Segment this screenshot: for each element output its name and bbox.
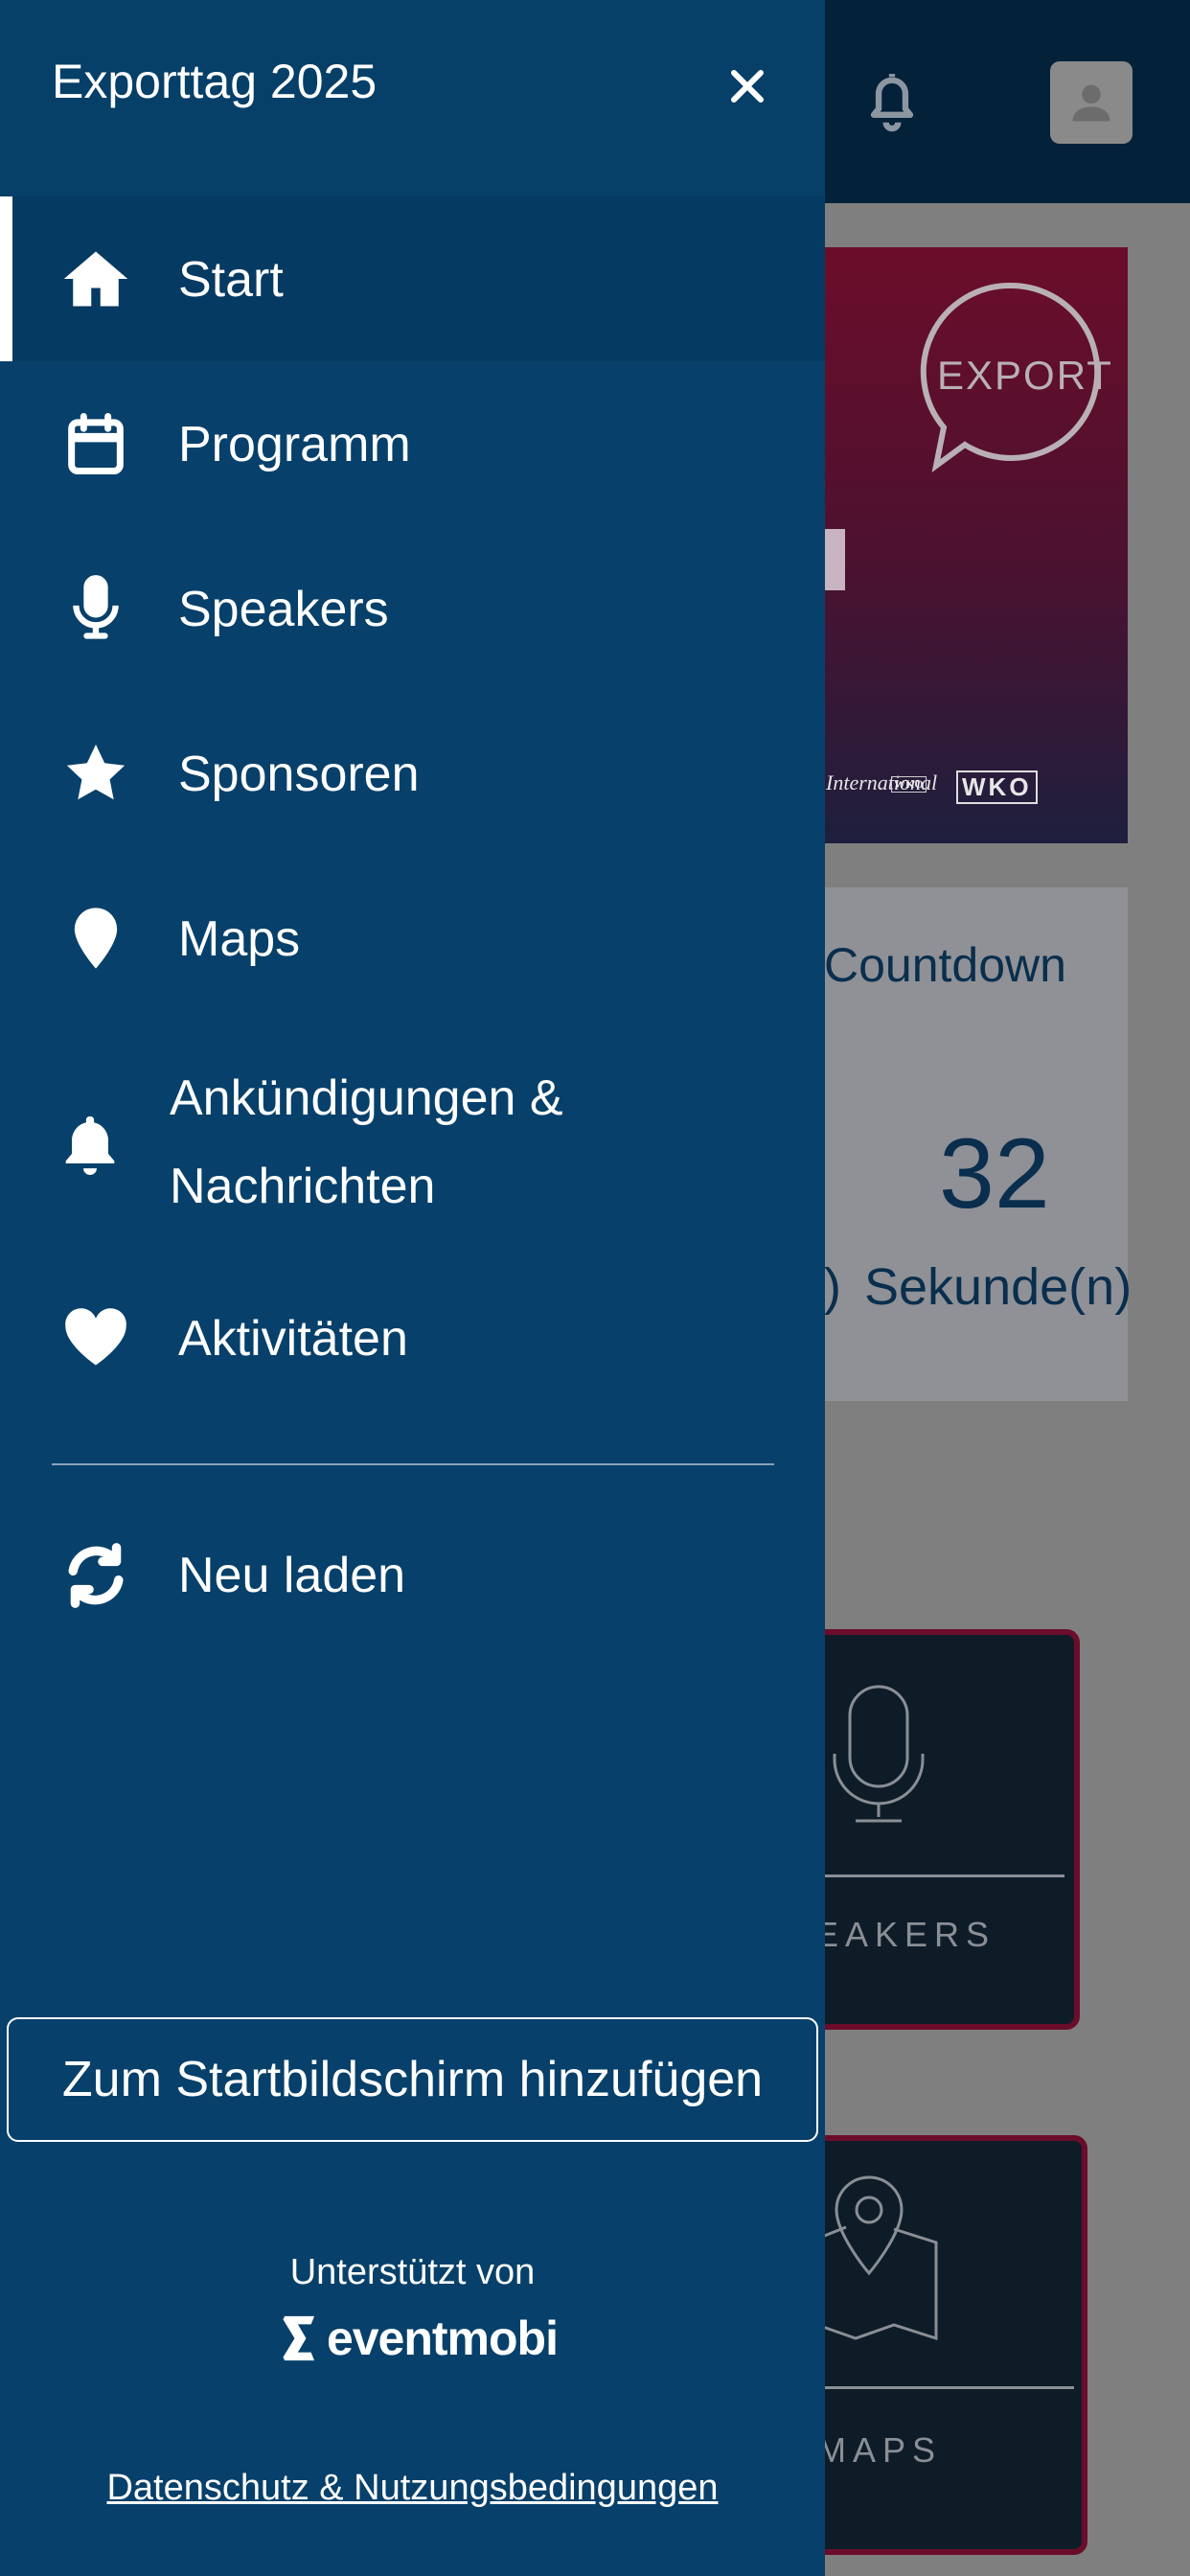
tile-divider	[815, 2386, 1074, 2389]
home-icon	[63, 251, 128, 307]
heart-icon	[65, 1308, 126, 1366]
nav-item-sponsoren[interactable]: Sponsoren	[0, 691, 825, 856]
calendar-icon	[68, 413, 124, 474]
nav-item-start[interactable]: Start	[0, 196, 825, 361]
banner-logo-text: EXPORT TAG 25	[937, 353, 1121, 398]
map-icon	[816, 2175, 938, 2341]
star-icon	[66, 744, 126, 800]
notifications-bell-icon[interactable]	[856, 59, 928, 140]
nav-item-label: Neu laden	[178, 1548, 406, 1603]
nav-item-label: Maps	[178, 911, 301, 967]
user-icon	[1072, 84, 1110, 122]
nav-item-label: Speakers	[178, 582, 389, 637]
nav-item-label: Start	[178, 252, 284, 308]
banner-block	[824, 529, 845, 590]
maps-tile[interactable]: MAPS	[810, 2135, 1087, 2555]
banner-footer: International WKO WKO	[824, 770, 1128, 809]
countdown-seconds-label: Sekunde(n)	[864, 1258, 1133, 1316]
drawer-title: Exporttag 2025	[52, 55, 378, 108]
exporttag-logo: EXPORT TAG 25	[920, 282, 1121, 472]
privacy-terms-link[interactable]: Datenschutz & Nutzungsbedingungen	[0, 2468, 825, 2509]
event-banner: EXPORT TAG 25 International WKO WKO	[824, 247, 1128, 843]
countdown-widget: Countdown 32 ) Sekunde(n)	[824, 887, 1132, 1401]
nav-item-neu-laden[interactable]: Neu laden	[0, 1491, 825, 1656]
user-avatar[interactable]	[1050, 61, 1133, 144]
bell-icon	[65, 1116, 115, 1176]
nav-item-ankuendigungen[interactable]: Ankündigungen & Nachrichten	[0, 1021, 825, 1270]
countdown-seconds-value: 32	[939, 1118, 1050, 1230]
banner-footer-mid: WKO	[891, 776, 927, 793]
tile-divider	[815, 1874, 1064, 1877]
nav-item-label: Programm	[178, 417, 411, 472]
drawer-divider	[52, 1463, 774, 1465]
brand-name: eventmobi	[326, 2312, 559, 2365]
nav-item-label: Sponsoren	[178, 747, 420, 802]
microphone-icon	[833, 1685, 925, 1823]
countdown-title: Countdown	[824, 938, 1066, 992]
speakers-tile[interactable]: EAKERS	[810, 1629, 1080, 2030]
eventmobi-brand: eventmobi	[280, 2305, 559, 2372]
map-pin-icon	[74, 908, 118, 969]
nav-item-aktivitaeten[interactable]: Aktivitäten	[0, 1275, 825, 1439]
drawer-header: Exporttag 2025	[0, 0, 825, 196]
navigation-drawer: Exporttag 2025 Start Programm Speakers S…	[0, 0, 825, 2576]
nav-item-speakers[interactable]: Speakers	[0, 526, 825, 691]
banner-footer-right: WKO	[956, 770, 1038, 804]
add-to-homescreen-button[interactable]: Zum Startbildschirm hinzufügen	[7, 2017, 818, 2142]
maps-tile-label: MAPS	[817, 2430, 943, 2470]
nav-item-label: Aktivitäten	[178, 1311, 408, 1367]
refresh-icon	[68, 1543, 124, 1608]
nav-item-programm[interactable]: Programm	[0, 361, 825, 526]
powered-by-label: Unterstützt von	[289, 2252, 536, 2292]
speakers-tile-label: EAKERS	[815, 1915, 996, 1954]
nav-item-label: Ankündigungen & Nachrichten	[170, 1070, 563, 1214]
countdown-prev-unit: )	[824, 1258, 841, 1316]
microphone-icon	[73, 575, 119, 639]
nav-item-maps[interactable]: Maps	[0, 856, 825, 1021]
eventmobi-logo-icon	[283, 2315, 315, 2361]
close-icon[interactable]	[717, 56, 778, 117]
